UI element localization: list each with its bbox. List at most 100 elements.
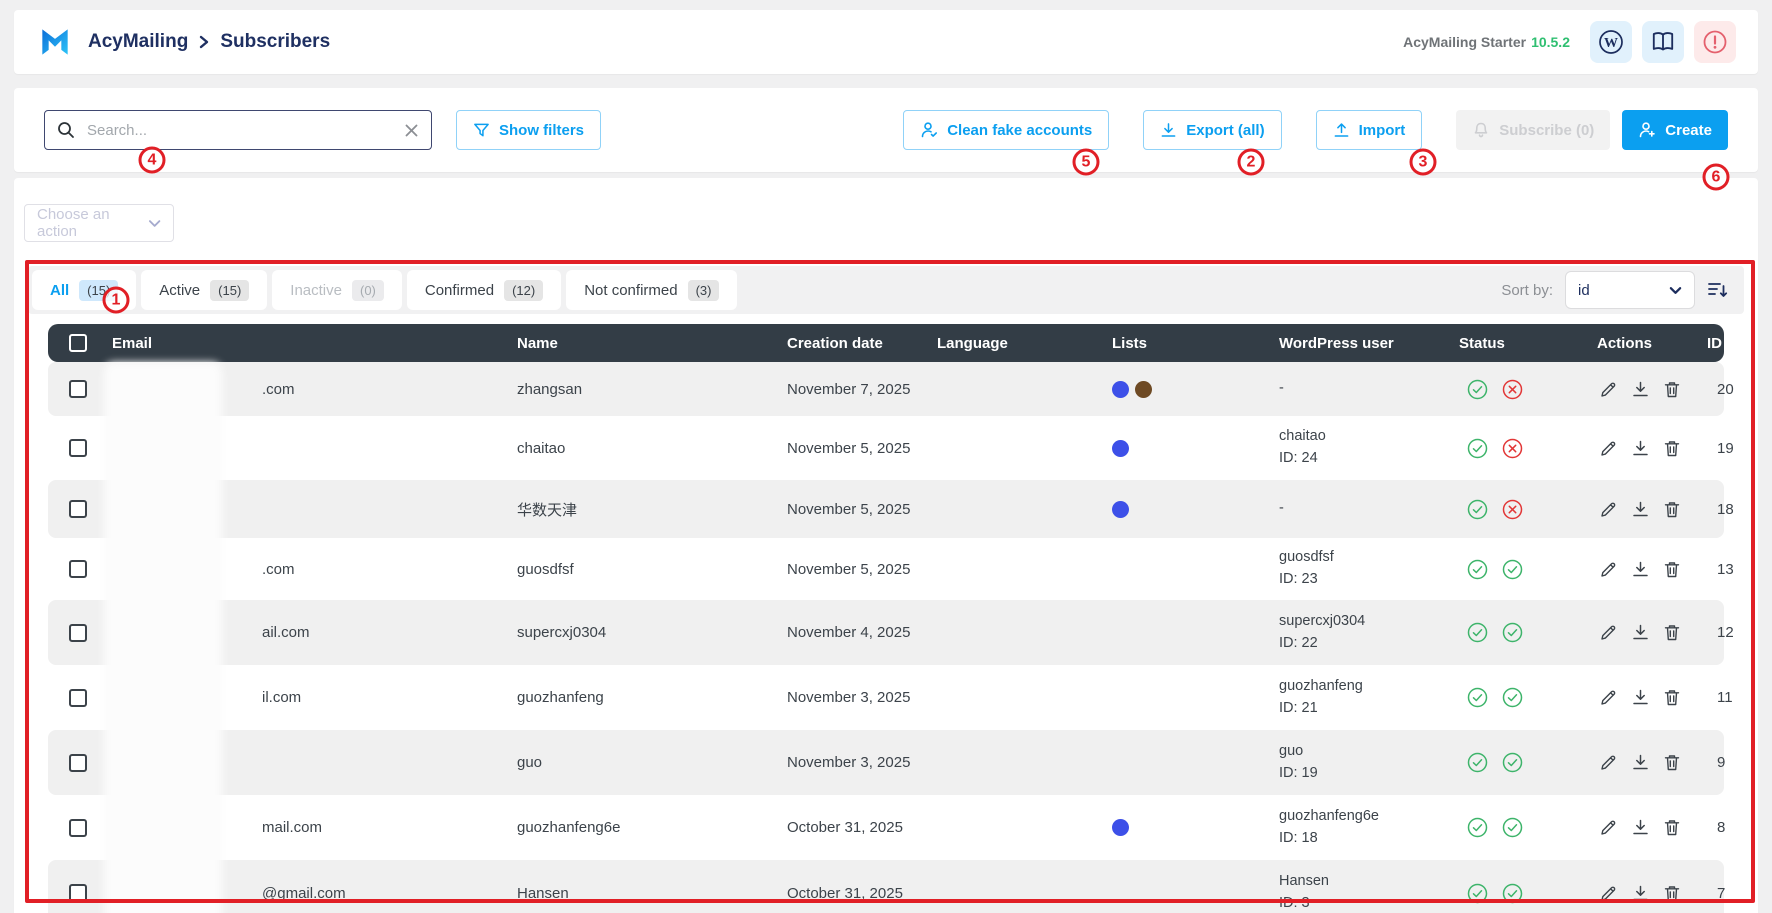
row-checkbox[interactable] bbox=[69, 819, 87, 837]
email-visible-fragment: mail.com bbox=[112, 819, 322, 836]
export-subscriber-icon bbox=[1631, 623, 1650, 642]
delete-button[interactable] bbox=[1663, 500, 1681, 519]
column-header-language: Language bbox=[933, 335, 1108, 352]
sort-area: Sort by: id bbox=[1501, 271, 1728, 309]
tab-inactive[interactable]: Inactive(0) bbox=[272, 270, 402, 310]
wordpress-user-cell: chaitaoID: 24 bbox=[1275, 426, 1455, 470]
documentation-button[interactable] bbox=[1642, 21, 1684, 63]
name-cell: Hansen bbox=[513, 885, 783, 902]
status-cell bbox=[1455, 499, 1593, 520]
delete-button[interactable] bbox=[1663, 623, 1681, 642]
create-button[interactable]: Create bbox=[1622, 110, 1728, 150]
wordpress-button[interactable]: W bbox=[1590, 21, 1632, 63]
export-subscriber-button[interactable] bbox=[1631, 500, 1650, 519]
row-checkbox-cell bbox=[48, 560, 108, 578]
row-checkbox[interactable] bbox=[69, 439, 87, 457]
column-header-lists: Lists bbox=[1108, 335, 1275, 352]
row-checkbox[interactable] bbox=[69, 380, 87, 398]
export-subscriber-button[interactable] bbox=[1631, 623, 1650, 642]
export-subscriber-icon bbox=[1631, 439, 1650, 458]
row-checkbox[interactable] bbox=[69, 500, 87, 518]
header-right: AcyMailing Starter10.5.2 W bbox=[1403, 21, 1736, 63]
edit-button[interactable] bbox=[1599, 380, 1618, 399]
row-checkbox[interactable] bbox=[69, 560, 87, 578]
tab-confirmed[interactable]: Confirmed(12) bbox=[407, 270, 561, 310]
creation-date-cell: November 5, 2025 bbox=[783, 501, 933, 518]
export-subscriber-button[interactable] bbox=[1631, 753, 1650, 772]
list-dot-blue[interactable] bbox=[1112, 501, 1129, 518]
status-refused-icon bbox=[1502, 438, 1523, 459]
edit-button[interactable] bbox=[1599, 439, 1618, 458]
email-cell: .com bbox=[108, 381, 513, 398]
wordpress-user-id: ID: 21 bbox=[1279, 698, 1455, 720]
acymailing-logo bbox=[36, 23, 74, 61]
bulk-action-select[interactable]: Choose an action bbox=[24, 204, 174, 242]
edit-button[interactable] bbox=[1599, 818, 1618, 837]
row-checkbox[interactable] bbox=[69, 754, 87, 772]
row-checkbox[interactable] bbox=[69, 689, 87, 707]
search-icon bbox=[57, 121, 75, 139]
wordpress-user-name: guozhanfeng bbox=[1279, 676, 1455, 698]
export-subscriber-button[interactable] bbox=[1631, 884, 1650, 903]
email-visible-fragment: .com bbox=[112, 381, 295, 398]
edit-button[interactable] bbox=[1599, 688, 1618, 707]
actions-cell bbox=[1593, 560, 1703, 579]
status-confirmed-icon bbox=[1467, 499, 1488, 520]
delete-icon bbox=[1663, 500, 1681, 519]
delete-button[interactable] bbox=[1663, 753, 1681, 772]
delete-button[interactable] bbox=[1663, 884, 1681, 903]
lists-cell bbox=[1108, 439, 1275, 457]
tab-active[interactable]: Active(15) bbox=[141, 270, 267, 310]
subscribe-button[interactable]: Subscribe (0) bbox=[1456, 110, 1610, 150]
export-button[interactable]: Export (all) bbox=[1143, 110, 1281, 150]
brand: AcyMailing Subscribers bbox=[36, 23, 330, 61]
delete-button[interactable] bbox=[1663, 439, 1681, 458]
edit-icon bbox=[1599, 500, 1618, 519]
show-filters-button[interactable]: Show filters bbox=[456, 110, 601, 150]
id-cell: 7 bbox=[1703, 885, 1748, 902]
edit-button[interactable] bbox=[1599, 884, 1618, 903]
wordpress-user-name: guozhanfeng6e bbox=[1279, 806, 1455, 828]
export-subscriber-button[interactable] bbox=[1631, 818, 1650, 837]
tab-not-confirmed[interactable]: Not confirmed(3) bbox=[566, 270, 737, 310]
clean-fake-accounts-button[interactable]: Clean fake accounts bbox=[903, 110, 1109, 150]
wordpress-user-id: ID: 22 bbox=[1279, 633, 1455, 655]
search-input[interactable] bbox=[85, 121, 394, 140]
delete-button[interactable] bbox=[1663, 818, 1681, 837]
export-subscriber-button[interactable] bbox=[1631, 688, 1650, 707]
row-checkbox[interactable] bbox=[69, 884, 87, 902]
breadcrumb-app[interactable]: AcyMailing bbox=[88, 31, 188, 53]
email-visible-fragment: @gmail.com bbox=[112, 885, 346, 902]
list-dot-blue[interactable] bbox=[1112, 819, 1129, 836]
export-subscriber-button[interactable] bbox=[1631, 380, 1650, 399]
delete-icon bbox=[1663, 560, 1681, 579]
sort-direction-icon[interactable] bbox=[1707, 280, 1728, 300]
import-button[interactable]: Import bbox=[1316, 110, 1423, 150]
clear-search-icon[interactable] bbox=[404, 123, 419, 138]
edit-button[interactable] bbox=[1599, 623, 1618, 642]
delete-button[interactable] bbox=[1663, 688, 1681, 707]
search-box bbox=[44, 110, 432, 150]
edit-icon bbox=[1599, 884, 1618, 903]
edit-button[interactable] bbox=[1599, 753, 1618, 772]
subscriber-row: .comzhangsanNovember 7, 2025-20 bbox=[48, 362, 1724, 416]
edit-button[interactable] bbox=[1599, 560, 1618, 579]
filter-tabs: All(15)Active(15)Inactive(0)Confirmed(12… bbox=[32, 270, 742, 310]
status-confirmed-icon bbox=[1502, 622, 1523, 643]
export-subscriber-button[interactable] bbox=[1631, 439, 1650, 458]
sort-field-select[interactable]: id bbox=[1565, 271, 1695, 309]
wordpress-user-cell: supercxj0304ID: 22 bbox=[1275, 611, 1455, 655]
list-dot-blue[interactable] bbox=[1112, 440, 1129, 457]
export-subscriber-button[interactable] bbox=[1631, 560, 1650, 579]
list-dot-blue[interactable] bbox=[1112, 381, 1129, 398]
creation-date-cell: October 31, 2025 bbox=[783, 819, 933, 836]
select-all-checkbox[interactable] bbox=[69, 334, 87, 352]
edit-button[interactable] bbox=[1599, 500, 1618, 519]
tab-label: Not confirmed bbox=[584, 282, 677, 299]
row-checkbox[interactable] bbox=[69, 624, 87, 642]
delete-button[interactable] bbox=[1663, 560, 1681, 579]
plan-version: 10.5.2 bbox=[1531, 34, 1570, 50]
alerts-button[interactable] bbox=[1694, 21, 1736, 63]
list-dot-brown[interactable] bbox=[1135, 381, 1152, 398]
delete-button[interactable] bbox=[1663, 380, 1681, 399]
